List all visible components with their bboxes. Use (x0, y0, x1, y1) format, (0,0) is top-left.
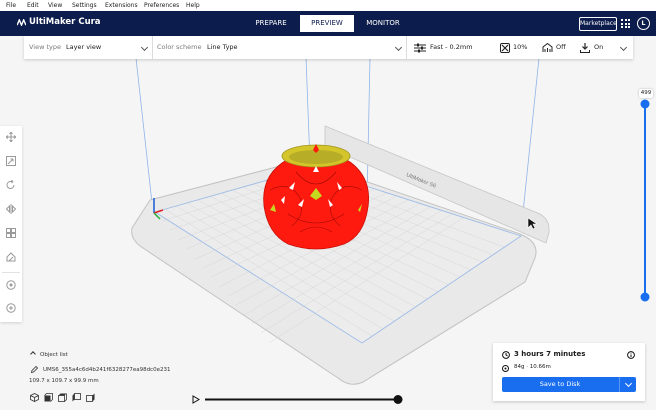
view-type-dropdown[interactable]: Layer view (66, 36, 101, 59)
play-icon[interactable] (192, 395, 200, 404)
layer-slider-bottom-handle[interactable] (640, 292, 650, 302)
chevron-up-icon (30, 351, 36, 357)
view-settings-toolbar: View type Layer view Color scheme Line T… (24, 36, 633, 59)
left-toolbar (0, 126, 22, 322)
info-icon[interactable] (627, 351, 635, 359)
save-to-disk-button[interactable]: Save to Disk (502, 377, 636, 392)
print-info-panel: 3 hours 7 minutes 84g · 10.66m Save to D… (493, 343, 645, 401)
adhesion-icon (580, 43, 590, 53)
object-list-title: Object list (40, 352, 68, 358)
chevron-down-icon[interactable] (624, 379, 633, 388)
infill-value[interactable]: 10% (513, 36, 527, 59)
object-dimensions: 109.7 x 109.7 x 99.9 mm (29, 378, 99, 384)
object-name: UMS6_355a4c6d4b241f6328277ea98dc0e231 (43, 367, 171, 373)
right-view-icon[interactable] (86, 393, 95, 402)
front-view-icon[interactable] (44, 393, 53, 402)
digital-library-icon[interactable] (6, 303, 16, 313)
support-value[interactable]: Off (556, 36, 566, 59)
move-icon[interactable] (6, 132, 16, 142)
support-icon (542, 43, 553, 52)
chevron-down-icon[interactable] (619, 43, 628, 52)
object-name-row[interactable]: UMS6_355a4c6d4b241f6328277ea98dc0e231 (30, 365, 171, 374)
chevron-down-icon[interactable] (394, 43, 403, 52)
material-spool-icon (502, 365, 509, 372)
model-layer-preview[interactable] (263, 144, 369, 250)
camera-view-buttons (30, 393, 95, 402)
color-scheme-dropdown[interactable]: Line Type (207, 36, 238, 59)
top-view-icon[interactable] (58, 393, 67, 402)
chevron-down-icon[interactable] (140, 43, 149, 52)
rotate-icon[interactable] (6, 180, 16, 190)
layer-playback-controls[interactable] (192, 395, 403, 404)
layer-number: 499 (639, 89, 653, 98)
print-profile[interactable]: Fast - 0.2mm (430, 36, 473, 59)
3d-view-icon[interactable] (30, 393, 39, 402)
marketplace-plugin-icon[interactable] (6, 280, 16, 290)
material-usage: 84g · 10.66m (514, 364, 551, 370)
left-view-icon[interactable] (72, 393, 81, 402)
adhesion-value[interactable]: On (594, 36, 603, 59)
layer-slider-top-handle[interactable] (640, 99, 650, 109)
playback-handle[interactable] (393, 395, 403, 404)
support-blocker-icon[interactable] (6, 252, 16, 262)
mirror-icon[interactable] (6, 204, 16, 214)
scale-icon[interactable] (6, 156, 16, 166)
layer-slider[interactable] (640, 99, 650, 302)
object-list-toggle[interactable]: Object list (30, 351, 68, 358)
view-type-label: View type (29, 43, 62, 51)
print-settings-sliders-icon[interactable] (414, 43, 426, 53)
clock-icon (502, 351, 510, 359)
per-model-settings-icon[interactable] (6, 228, 16, 238)
print-time: 3 hours 7 minutes (514, 350, 586, 358)
color-scheme-label: Color scheme (157, 43, 202, 51)
edit-pencil-icon[interactable] (30, 365, 39, 374)
save-to-disk-label: Save to Disk (539, 380, 581, 388)
infill-icon (500, 43, 510, 53)
